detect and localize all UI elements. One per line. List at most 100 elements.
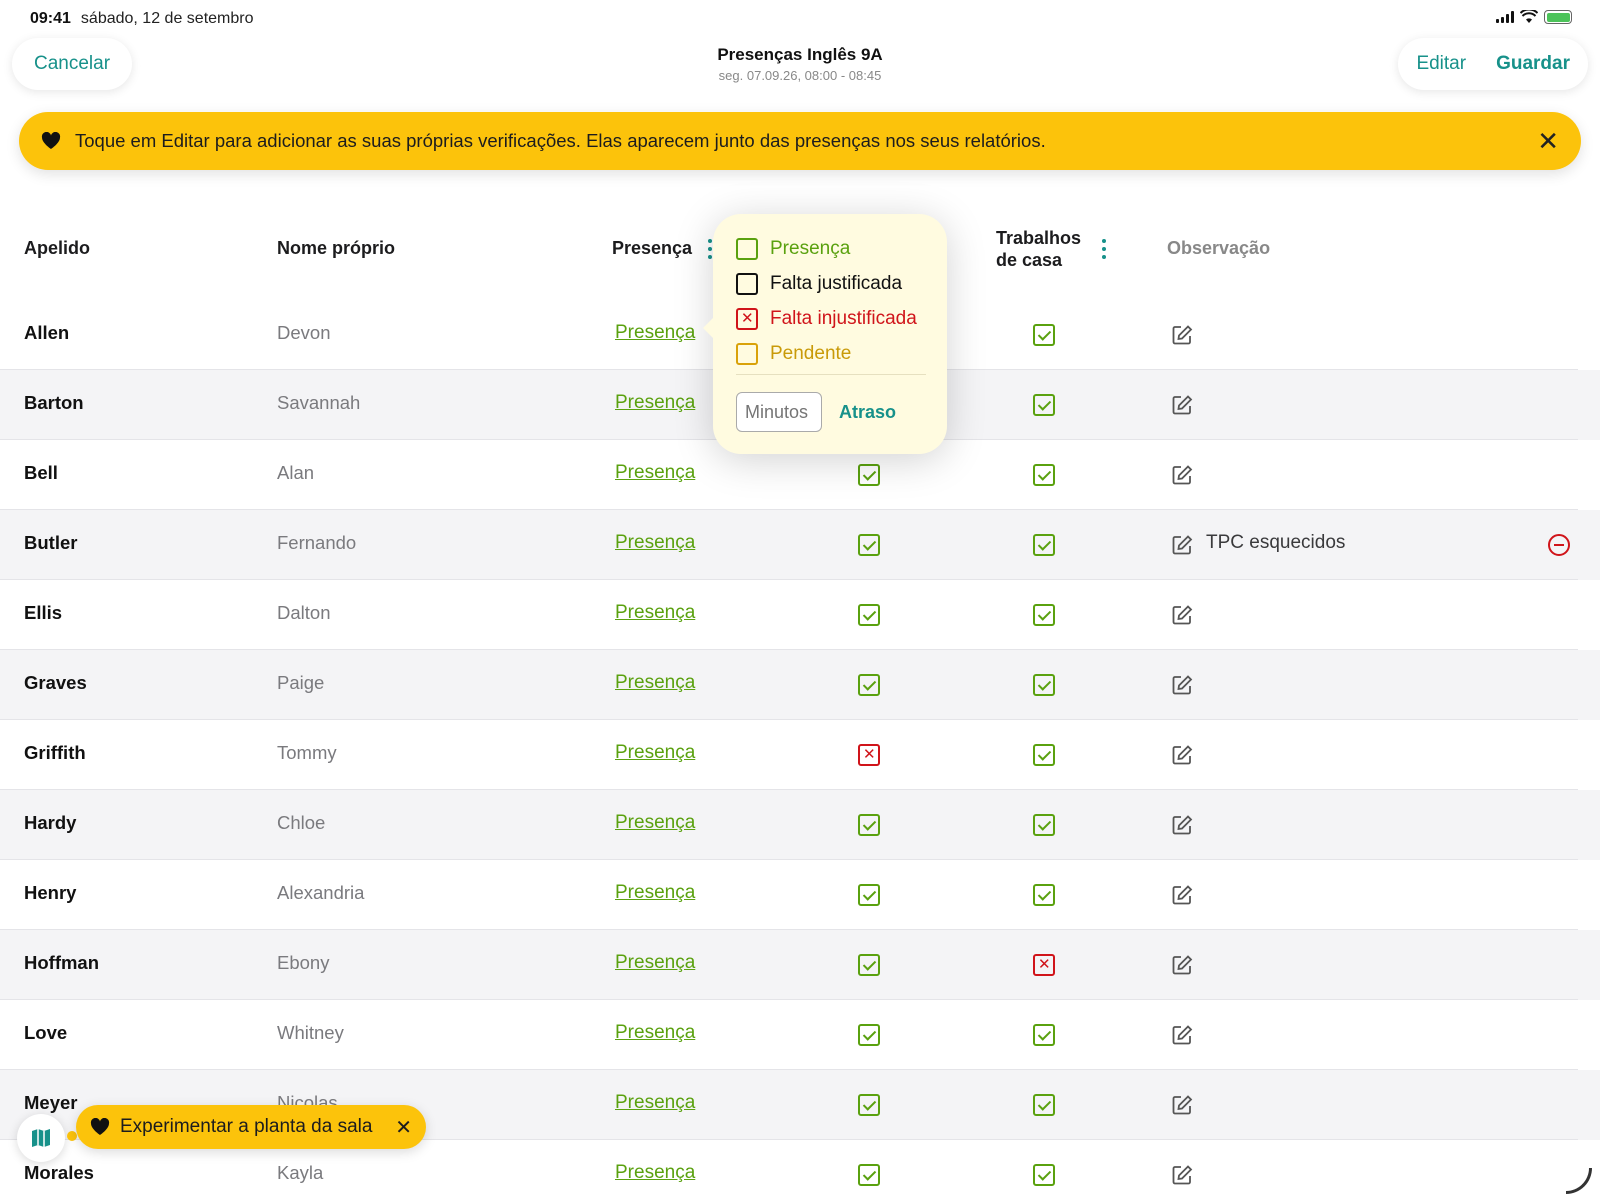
edit-note-icon[interactable] [1171, 1164, 1193, 1186]
tip-close-icon[interactable]: ✕ [395, 1115, 412, 1140]
check-icon[interactable] [858, 604, 880, 626]
column-homework[interactable]: Trabalhos de casa [996, 227, 1081, 271]
edit-note-icon[interactable] [1171, 884, 1193, 906]
first-name-cell: Devon [277, 322, 331, 343]
attendance-link[interactable]: Presença [615, 672, 695, 694]
edit-note-icon[interactable] [1171, 674, 1193, 696]
edit-note-icon[interactable] [1171, 394, 1193, 416]
edit-note-icon[interactable] [1171, 324, 1193, 346]
column-first-name[interactable]: Nome próprio [277, 238, 395, 259]
homework-cross-icon[interactable] [1033, 954, 1055, 976]
homework-check-icon[interactable] [1033, 1024, 1055, 1046]
table-row: Ellis Dalton Presença [0, 580, 1600, 650]
edit-note-icon[interactable] [1171, 954, 1193, 976]
tip-pointer [67, 1131, 77, 1141]
attendance-link[interactable]: Presença [615, 812, 695, 834]
attendance-popover: Presença Falta justificada Falta injusti… [703, 214, 947, 454]
first-name-cell: Alan [277, 462, 315, 483]
homework-check-icon[interactable] [1033, 1164, 1055, 1186]
last-name-cell: Ellis [24, 602, 63, 623]
check-icon[interactable] [858, 884, 880, 906]
homework-check-icon[interactable] [1033, 814, 1055, 836]
attendance-link[interactable]: Presença [615, 392, 695, 414]
edit-note-icon[interactable] [1171, 814, 1193, 836]
homework-more-icon[interactable] [1102, 239, 1108, 259]
option-present-label: Presença [770, 238, 851, 259]
save-button[interactable]: Guardar [1496, 53, 1570, 75]
attendance-link[interactable]: Presença [615, 882, 695, 904]
first-name-cell: Ebony [277, 952, 330, 973]
column-homework-line1: Trabalhos [996, 228, 1082, 248]
homework-check-icon[interactable] [1033, 464, 1055, 486]
tip-text[interactable]: Experimentar a planta da sala [120, 1116, 395, 1138]
homework-check-icon[interactable] [1033, 394, 1055, 416]
homework-check-icon[interactable] [1033, 674, 1055, 696]
edit-note-icon[interactable] [1171, 604, 1193, 626]
check-icon[interactable] [858, 814, 880, 836]
check-icon[interactable] [858, 954, 880, 976]
check-icon[interactable] [858, 464, 880, 486]
room-plan-tip: Experimentar a planta da sala ✕ [76, 1105, 426, 1149]
attendance-link[interactable]: Presença [615, 602, 695, 624]
last-name-cell: Graves [24, 672, 87, 693]
last-name-cell: Allen [24, 322, 70, 343]
table-row: Hoffman Ebony Presença [0, 930, 1600, 1000]
page-subtitle: seg. 07.09.26, 08:00 - 08:45 [718, 68, 882, 83]
check-icon[interactable] [858, 674, 880, 696]
check-icon[interactable] [858, 534, 880, 556]
homework-check-icon[interactable] [1033, 324, 1055, 346]
option-pending[interactable]: Pendente [736, 343, 851, 365]
check-icon[interactable] [858, 1094, 880, 1116]
homework-check-icon[interactable] [1033, 744, 1055, 766]
page-title: Presenças Inglês 9A [717, 45, 883, 64]
edit-note-icon[interactable] [1171, 464, 1193, 486]
info-banner: Toque em Editar para adicionar as suas p… [19, 112, 1581, 170]
homework-check-icon[interactable] [1033, 604, 1055, 626]
status-bar: 09:41 sábado, 12 de setembro [30, 10, 253, 28]
late-button[interactable]: Atraso [839, 402, 896, 423]
signal-icon [1496, 11, 1514, 23]
attendance-link[interactable]: Presença [615, 532, 695, 554]
edit-button[interactable]: Editar [1416, 53, 1466, 75]
page-title-block: Presenças Inglês 9A seg. 07.09.26, 08:00… [0, 45, 1600, 83]
attendance-link[interactable]: Presença [615, 462, 695, 484]
column-note[interactable]: Observação [1167, 238, 1270, 259]
cross-icon[interactable] [858, 744, 880, 766]
edit-note-icon[interactable] [1171, 1024, 1193, 1046]
homework-check-icon[interactable] [1033, 1094, 1055, 1116]
option-present[interactable]: Presença [736, 238, 850, 260]
check-icon[interactable] [858, 1164, 880, 1186]
edit-note-icon[interactable] [1171, 744, 1193, 766]
column-attendance[interactable]: Presença [612, 238, 692, 259]
homework-check-icon[interactable] [1033, 884, 1055, 906]
last-name-cell: Meyer [24, 1092, 78, 1113]
attendance-link[interactable]: Presença [615, 1162, 695, 1184]
attendance-link[interactable]: Presença [615, 742, 695, 764]
checkbox-icon [736, 273, 758, 295]
table-row: Love Whitney Presença [0, 1000, 1600, 1070]
first-name-cell: Dalton [277, 602, 331, 623]
column-last-name[interactable]: Apelido [24, 238, 90, 259]
attendance-link[interactable]: Presença [615, 952, 695, 974]
checkbox-icon [736, 343, 758, 365]
attendance-link[interactable]: Presença [615, 1022, 695, 1044]
last-name-cell: Hoffman [24, 952, 100, 973]
minutes-input[interactable] [736, 392, 822, 432]
edit-note-icon[interactable] [1171, 534, 1193, 556]
option-unjustified-absence[interactable]: Falta injustificada [736, 308, 917, 330]
remove-note-icon[interactable] [1548, 534, 1570, 556]
table-row: Griffith Tommy Presença [0, 720, 1600, 790]
heart-icon [90, 1118, 110, 1135]
first-name-cell: Chloe [277, 812, 326, 833]
table-row: Hardy Chloe Presença [0, 790, 1600, 860]
banner-close-icon[interactable]: ✕ [1537, 128, 1559, 154]
homework-check-icon[interactable] [1033, 534, 1055, 556]
attendance-link[interactable]: Presença [615, 1092, 695, 1114]
edit-note-icon[interactable] [1171, 1094, 1193, 1116]
attendance-link[interactable]: Presença [615, 322, 695, 344]
room-plan-button[interactable] [17, 1114, 65, 1162]
wifi-icon [1520, 10, 1538, 23]
check-icon[interactable] [858, 1024, 880, 1046]
first-name-cell: Paige [277, 672, 325, 693]
option-justified-absence[interactable]: Falta justificada [736, 273, 902, 295]
